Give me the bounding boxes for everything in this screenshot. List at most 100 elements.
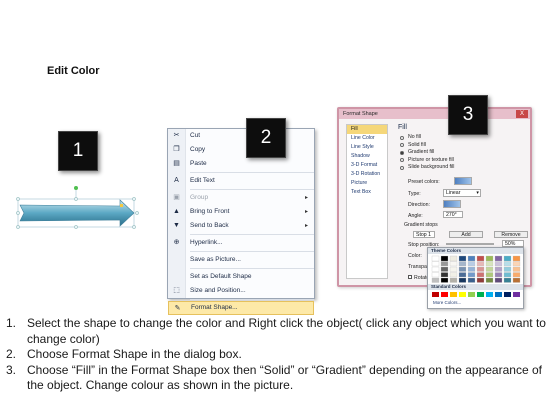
handle [74,225,78,229]
menu-item-label: Size and Position... [190,287,246,294]
group-icon: ▣ [173,194,180,201]
menu-item-format-shape[interactable]: ✎ Format Shape... [168,301,314,315]
theme-color-swatch [449,277,458,283]
selected-arrow-shape[interactable] [12,185,144,237]
edit-text-icon: A [174,177,179,184]
chevron-right-icon: ▸ [304,195,308,201]
theme-color-swatch [476,272,485,278]
nav-item-3d-format[interactable]: 3-D Format [347,161,387,170]
angle-input[interactable]: 270° [443,211,463,218]
handle [16,211,20,215]
standard-color-swatch [486,292,493,297]
add-stop-button[interactable]: Add [449,231,483,238]
angle-label: Angle: [408,213,423,219]
stop-select[interactable]: Stop 1 [413,231,435,238]
preset-colors-dropdown[interactable] [454,177,472,185]
radio-solid-fill[interactable]: Solid fill [394,142,526,150]
theme-color-swatch [449,261,458,267]
menu-item-paste[interactable]: ▤ Paste [168,157,314,171]
close-button[interactable]: X [516,110,528,118]
menu-item-hyperlink[interactable]: ⊕ Hyperlink... [168,236,314,250]
menu-item-cut[interactable]: ✂ Cut [168,129,314,143]
radio-picture-fill[interactable]: Picture or texture fill [394,157,526,165]
remove-stop-button[interactable]: Remove [494,231,528,238]
instruction-text: Choose Format Shape in the dialog box. [27,347,242,362]
menu-item-bring-to-front[interactable]: ▲ Bring to Front ▸ [168,205,314,219]
theme-color-swatch [485,255,494,262]
standard-colors-row[interactable] [428,290,525,299]
theme-color-swatch [503,272,512,278]
more-colors-link[interactable]: More Colors... [428,299,523,306]
instruction-item: 3. Choose “Fill” in the Format Shape box … [6,363,556,394]
nav-item-text-box[interactable]: Text Box [347,188,387,197]
radio-no-fill[interactable]: No fill [394,134,526,142]
menu-item-copy[interactable]: ❐ Copy [168,143,314,157]
theme-color-swatch [431,277,440,283]
radio-label: Picture or texture fill [408,156,454,163]
theme-color-swatch [458,277,467,283]
instruction-item: 1. Select the shape to change the color a… [6,316,556,347]
radio-slide-bg-fill[interactable]: Slide background fill [394,164,526,172]
nav-item-line-color[interactable]: Line Color [347,134,387,143]
menu-item-size-and-position[interactable]: ⬚ Size and Position... [168,284,314,298]
theme-color-swatch [512,261,521,267]
menu-item-edit-text[interactable]: A Edit Text [168,174,314,188]
menu-item-label: Group [190,194,209,201]
theme-color-swatch [494,255,503,262]
theme-color-swatch [476,277,485,283]
standard-color-swatch [450,292,457,297]
theme-color-swatch [485,266,494,272]
standard-color-swatch [459,292,466,297]
standard-color-swatch [504,292,511,297]
theme-color-swatch [494,272,503,278]
menu-item-label: Send to Back [190,222,229,229]
standard-color-swatch [432,292,439,297]
theme-color-swatch [440,261,449,267]
instruction-item: 2. Choose Format Shape in the dialog box. [6,347,556,363]
menu-item-save-as-picture[interactable]: Save as Picture... [168,253,314,267]
instruction-text: Select the shape to change the color and… [27,316,546,346]
theme-color-swatch [440,277,449,283]
nav-item-3d-rotation[interactable]: 3-D Rotation [347,170,387,179]
radio-label: Gradient fill [408,149,435,155]
nav-item-shadow[interactable]: Shadow [347,152,387,161]
theme-colors-grid[interactable] [428,254,525,284]
nav-item-fill[interactable]: Fill [347,125,387,134]
menu-item-label: Format Shape... [191,304,238,311]
menu-item-set-as-default-shape[interactable]: Set as Default Shape [168,270,314,284]
menu-item-group[interactable]: ▣ Group ▸ [168,191,314,205]
theme-color-swatch [512,255,521,262]
theme-color-swatch [440,266,449,272]
menu-separator [190,251,314,252]
menu-item-label: Cut [190,132,201,139]
handle [132,225,136,229]
direction-dropdown[interactable] [443,200,461,208]
nav-item-line-style[interactable]: Line Style [347,143,387,152]
standard-color-swatch [495,292,502,297]
standard-color-swatch [441,292,448,297]
radio-label: Slide background fill [408,164,455,170]
stop-position-input[interactable]: 50% [502,240,524,247]
theme-color-swatch [440,272,449,278]
standard-color-swatch [477,292,484,297]
theme-color-swatch [512,277,521,283]
theme-color-swatch [458,266,467,272]
menu-item-send-to-back[interactable]: ▼ Send to Back ▸ [168,219,314,233]
format-shape-icon: ✎ [174,305,181,312]
radio-gradient-fill[interactable]: Gradient fill [394,149,526,157]
arrow-body [19,199,135,227]
step-badge-3: 3 [448,95,488,135]
instruction-text: Choose “Fill” in the Format Shape box th… [27,362,542,393]
theme-color-swatch [431,261,440,267]
handle [135,211,139,215]
stop-position-slider[interactable] [446,243,494,245]
theme-color-swatch [458,261,467,267]
radio-label: No fill [408,134,421,140]
type-select[interactable]: Linear ▾ [443,189,481,197]
theme-color-swatch [458,272,467,278]
preset-colors-label: Preset colors: [408,179,440,185]
theme-color-swatch [503,266,512,272]
nav-item-picture[interactable]: Picture [347,179,387,188]
adjust-handle [120,204,123,207]
menu-item-label: Copy [190,146,206,153]
